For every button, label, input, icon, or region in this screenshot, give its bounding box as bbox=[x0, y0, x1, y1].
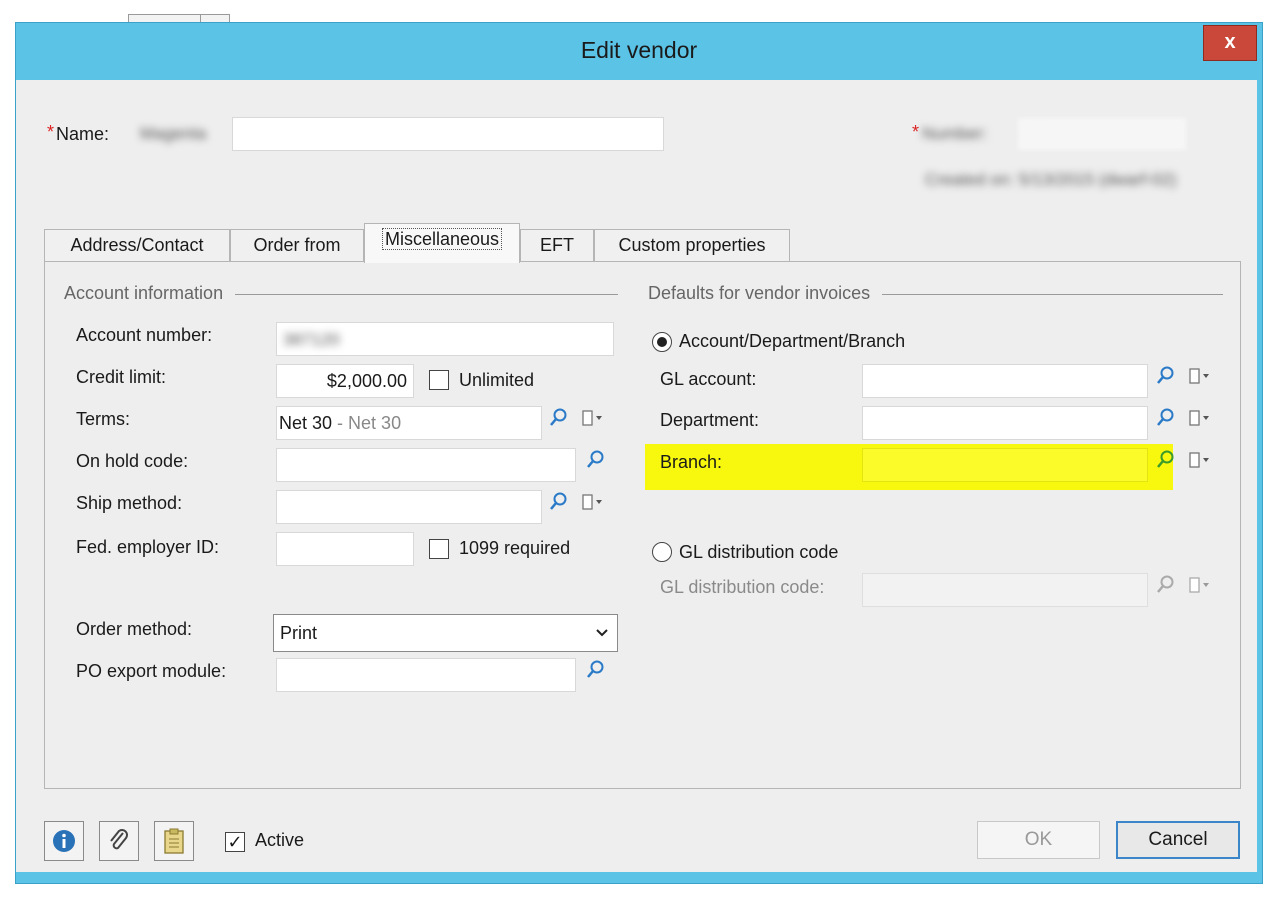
search-icon bbox=[587, 450, 604, 468]
name-code-value: Magenta bbox=[140, 124, 207, 143]
document-dropdown-icon bbox=[1189, 577, 1209, 593]
miscellaneous-panel bbox=[44, 261, 1241, 789]
tab-custom-properties[interactable]: Custom properties bbox=[594, 229, 790, 261]
po-export-module-input[interactable] bbox=[276, 658, 576, 692]
search-icon bbox=[1157, 366, 1174, 384]
search-icon bbox=[550, 492, 567, 510]
window-title: Edit vendor bbox=[580, 37, 698, 63]
terms-separator: - bbox=[332, 413, 349, 433]
close-icon: x bbox=[1224, 31, 1236, 53]
on-hold-lookup-button[interactable] bbox=[580, 449, 610, 481]
ship-method-options-button[interactable] bbox=[576, 491, 610, 523]
ship-method-input[interactable] bbox=[276, 490, 542, 524]
ship-method-lookup-button[interactable] bbox=[543, 491, 573, 523]
gl-account-lookup-button[interactable] bbox=[1150, 365, 1180, 397]
ship-method-label: Ship method: bbox=[76, 493, 183, 513]
gl-account-label: GL account: bbox=[660, 369, 757, 389]
terms-options-button[interactable] bbox=[576, 407, 610, 439]
unlimited-checkbox[interactable] bbox=[429, 370, 449, 390]
department-label: Department: bbox=[660, 410, 760, 430]
account-department-branch-label: Account/Department/Branch bbox=[679, 331, 906, 351]
account-department-branch-radio[interactable] bbox=[652, 332, 672, 352]
gl-distribution-code-radio[interactable] bbox=[652, 542, 672, 562]
checkmark-icon: ✓ bbox=[227, 832, 243, 852]
info-button[interactable] bbox=[44, 821, 84, 861]
branch-options-button[interactable] bbox=[1183, 449, 1217, 481]
cancel-button[interactable]: Cancel bbox=[1116, 821, 1240, 859]
terms-code: Net 30 bbox=[279, 413, 333, 433]
gl-distribution-code-label: GL distribution code: bbox=[660, 577, 825, 597]
gl-distribution-options-button[interactable] bbox=[1183, 574, 1217, 606]
search-icon bbox=[1157, 450, 1174, 468]
number-field bbox=[1018, 118, 1186, 150]
close-button[interactable]: x bbox=[1203, 25, 1257, 61]
search-icon bbox=[587, 660, 604, 678]
attachment-button[interactable] bbox=[99, 821, 139, 861]
credit-limit-label: Credit limit: bbox=[76, 367, 167, 387]
order-method-value: Print bbox=[280, 623, 318, 643]
order-method-label: Order method: bbox=[76, 619, 193, 639]
terms-description: Net 30 bbox=[348, 413, 402, 433]
tab-eft[interactable]: EFT bbox=[520, 229, 594, 261]
branch-input[interactable] bbox=[862, 448, 1148, 482]
number-required-marker: * bbox=[912, 122, 920, 142]
defaults-group-title: Defaults for vendor invoices bbox=[648, 283, 883, 304]
account-group-title: Account information bbox=[64, 283, 236, 304]
chevron-down-icon bbox=[595, 615, 609, 651]
po-export-module-label: PO export module: bbox=[76, 661, 227, 681]
department-lookup-button[interactable] bbox=[1150, 407, 1180, 439]
department-options-button[interactable] bbox=[1183, 407, 1217, 439]
search-icon bbox=[1157, 575, 1174, 593]
terms-lookup-button[interactable] bbox=[543, 407, 573, 439]
terms-label: Terms: bbox=[76, 409, 130, 429]
gl-distribution-code-radio-label: GL distribution code bbox=[679, 542, 839, 562]
po-export-lookup-button[interactable] bbox=[580, 659, 610, 691]
tab-address-contact[interactable]: Address/Contact bbox=[44, 229, 230, 261]
unlimited-label: Unlimited bbox=[459, 370, 535, 390]
department-input[interactable] bbox=[862, 406, 1148, 440]
name-label: Name: bbox=[56, 124, 110, 144]
search-icon bbox=[550, 408, 567, 426]
active-label: Active bbox=[255, 830, 305, 850]
fed-employer-id-label: Fed. employer ID: bbox=[76, 537, 220, 557]
1099-required-label: 1099 required bbox=[459, 538, 571, 558]
clipboard-icon bbox=[164, 828, 184, 854]
gl-distribution-code-input[interactable] bbox=[862, 573, 1148, 607]
search-icon bbox=[1157, 408, 1174, 426]
active-checkbox[interactable]: ✓ bbox=[225, 832, 245, 852]
branch-lookup-button[interactable] bbox=[1150, 449, 1180, 481]
required-marker: * bbox=[47, 122, 55, 142]
document-dropdown-icon bbox=[1189, 410, 1209, 426]
account-number-label: Account number: bbox=[76, 325, 213, 345]
number-label: Number: bbox=[922, 124, 988, 143]
terms-input[interactable]: Net 30 - Net 30 bbox=[276, 406, 542, 440]
tab-miscellaneous[interactable]: Miscellaneous bbox=[364, 223, 520, 263]
name-input[interactable] bbox=[232, 117, 664, 151]
credit-limit-input[interactable]: $2,000.00 bbox=[276, 364, 414, 398]
document-dropdown-icon bbox=[1189, 368, 1209, 384]
gl-account-options-button[interactable] bbox=[1183, 365, 1217, 397]
on-hold-code-input[interactable] bbox=[276, 448, 576, 482]
created-info: Created on: 5/13/2015 (dwarf-02) bbox=[925, 170, 1177, 189]
branch-label: Branch: bbox=[660, 452, 723, 472]
gl-account-input[interactable] bbox=[862, 364, 1148, 398]
info-icon bbox=[53, 830, 75, 852]
gl-distribution-lookup-button[interactable] bbox=[1150, 574, 1180, 606]
tab-order-from[interactable]: Order from bbox=[230, 229, 364, 261]
notes-button[interactable] bbox=[154, 821, 194, 861]
document-dropdown-icon bbox=[1189, 452, 1209, 468]
document-dropdown-icon bbox=[582, 410, 602, 426]
document-dropdown-icon bbox=[582, 494, 602, 510]
fed-employer-id-input[interactable] bbox=[276, 532, 414, 566]
paperclip-icon bbox=[110, 829, 128, 850]
on-hold-code-label: On hold code: bbox=[76, 451, 189, 471]
1099-required-checkbox[interactable] bbox=[429, 539, 449, 559]
ok-button[interactable]: OK bbox=[977, 821, 1100, 859]
order-method-select[interactable]: Print bbox=[273, 614, 618, 652]
account-number-input[interactable]: 387120 bbox=[276, 322, 614, 356]
